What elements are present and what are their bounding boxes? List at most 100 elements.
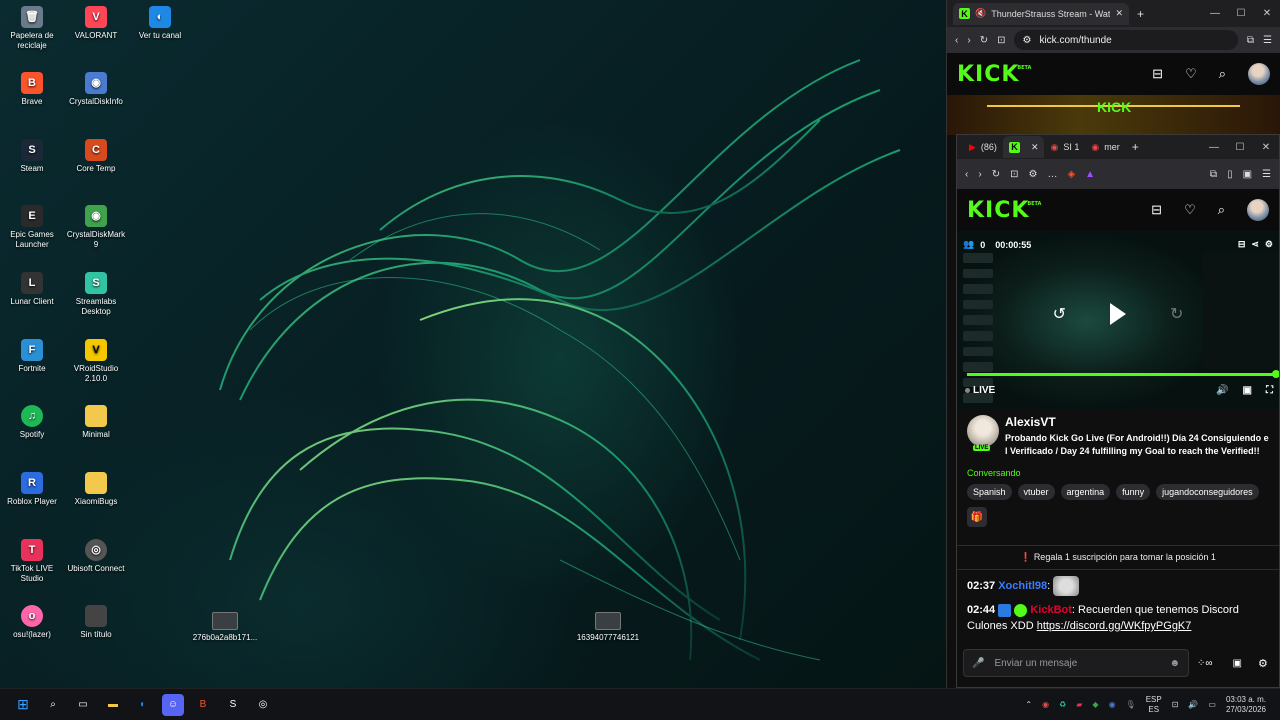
close-tab-icon[interactable]: ✕ — [1031, 142, 1039, 153]
network-icon[interactable]: ⊡ — [1172, 700, 1179, 709]
share-icon[interactable]: ⋖ — [1251, 239, 1259, 250]
following-heart-icon[interactable]: ♡ — [1185, 66, 1197, 82]
new-tab-button[interactable]: + — [1132, 140, 1139, 154]
desktop-icon-recycle-bin[interactable]: 🗑 Papelera de reciclaje — [0, 6, 64, 51]
file-explorer-icon[interactable]: ▬ — [102, 694, 124, 716]
play-icon[interactable] — [1110, 303, 1126, 325]
new-tab-button[interactable]: + — [1137, 7, 1144, 21]
site-info-icon[interactable]: ⚙ — [1022, 35, 1031, 46]
tag[interactable]: vtuber — [1017, 484, 1055, 500]
tab-mer[interactable]: ◉ mer — [1085, 136, 1125, 158]
desktop-icon-brave[interactable]: B Brave — [0, 72, 64, 107]
search-icon[interactable]: ⌕ — [1218, 202, 1225, 218]
close-window-button[interactable]: ✕ — [1254, 0, 1280, 27]
start-button[interactable]: ⊞ — [12, 694, 34, 716]
microphone-icon[interactable]: 🎙 — [1126, 700, 1136, 709]
tray-app-icon[interactable]: ▰ — [1076, 700, 1082, 709]
bookmark-icon[interactable]: ⊡ — [1010, 169, 1018, 180]
desktop-icon-valorant[interactable]: V VALORANT — [64, 6, 128, 41]
chevron-up-icon[interactable]: ⌃ — [1025, 700, 1032, 709]
extensions-icon[interactable]: ⧉ — [1210, 169, 1217, 180]
chat-input[interactable]: 🎤 Enviar un mensaje ☻ — [963, 649, 1189, 677]
menu-icon[interactable]: ☰ — [1263, 35, 1272, 46]
maximize-button[interactable]: ☐ — [1228, 0, 1254, 27]
gift-button[interactable]: 🎁 — [967, 507, 987, 527]
wallet-icon[interactable]: ▣ — [1243, 169, 1252, 180]
edge-icon[interactable]: ◐ — [132, 694, 154, 716]
reload-icon[interactable]: ↻ — [992, 169, 1000, 180]
battery-icon[interactable]: ▭ — [1208, 700, 1216, 709]
brave-icon[interactable]: B — [192, 694, 214, 716]
menu-icon[interactable]: ☰ — [1262, 169, 1271, 180]
desktop-file-2[interactable]: 16394077746121 — [573, 612, 643, 643]
chat-settings-icon[interactable]: ⚙ — [1258, 657, 1268, 670]
task-view-icon[interactable]: ▭ — [72, 694, 94, 716]
desktop-icon-spotify[interactable]: ♫ Spotify — [0, 405, 64, 440]
volume-icon[interactable]: 🔊 — [1188, 700, 1198, 709]
desktop-icon-steam[interactable]: S Steam — [0, 139, 64, 174]
desktop-icon-ubisoft-connect[interactable]: ◎ Ubisoft Connect — [64, 539, 128, 574]
chat-username[interactable]: Xochitl98 — [998, 580, 1047, 592]
settings-gear-icon[interactable]: ⚙ — [1265, 239, 1273, 250]
video-player[interactable]: 👥 0 00:00:55 ⊟ ⋖ ⚙ ↺ ↻ LIVE 🔊 ▣ ⛶ — [957, 231, 1279, 409]
desktop-icon-osu[interactable]: o osu!(lazer) — [0, 605, 64, 640]
search-icon[interactable]: ⌕ — [42, 694, 64, 716]
ellipsis-icon[interactable]: … — [1047, 169, 1057, 180]
tag[interactable]: Spanish — [967, 484, 1012, 500]
desktop-icon-crystaldiskmark[interactable]: ◉ CrystalDiskMark 9 — [64, 205, 128, 250]
desktop-icon-lunar-client[interactable]: L Lunar Client — [0, 272, 64, 307]
tray-app-icon[interactable]: ◉ — [1042, 700, 1049, 709]
desktop-icon-ver-tu-canal[interactable]: ◐ Ver tu canal — [128, 6, 192, 41]
live-indicator[interactable]: LIVE — [965, 385, 995, 396]
reload-icon[interactable]: ↻ — [980, 35, 988, 46]
kick-logo[interactable]: KICK BETA — [967, 198, 1041, 223]
desktop-icon-fortnite[interactable]: F Fortnite — [0, 339, 64, 374]
forward-10-icon[interactable]: ↻ — [1170, 304, 1183, 324]
theater-mode-icon[interactable]: ▣ — [1243, 385, 1252, 396]
desktop-icon-crystaldiskinfo[interactable]: ◉ CrystalDiskInfo — [64, 72, 128, 107]
close-window-button[interactable]: ✕ — [1253, 135, 1279, 159]
steam-icon[interactable]: S — [222, 694, 244, 716]
desktop-icon-vroidstudio[interactable]: V VRoidStudio 2.10.0 — [64, 339, 128, 384]
forward-icon[interactable]: › — [967, 35, 970, 46]
minimize-button[interactable]: — — [1202, 0, 1228, 27]
volume-icon[interactable]: 🔊 — [1216, 385, 1228, 396]
desktop-icon-streamlabs[interactable]: S Streamlabs Desktop — [64, 272, 128, 317]
minimize-button[interactable]: — — [1201, 135, 1227, 159]
site-settings-icon[interactable]: ⚙ — [1028, 169, 1037, 180]
stream-category[interactable]: Conversando — [967, 468, 1269, 478]
tag[interactable]: jugandoconseguidores — [1156, 484, 1259, 500]
library-icon[interactable]: ⊟ — [1152, 66, 1163, 82]
streamer-name[interactable]: AlexisVT — [1005, 415, 1269, 429]
tray-app-icon[interactable]: ♻ — [1059, 700, 1066, 709]
progress-bar[interactable] — [967, 370, 1279, 378]
discord-icon[interactable]: ☺ — [162, 693, 184, 716]
clip-icon[interactable]: ⊟ — [1238, 239, 1246, 250]
user-avatar[interactable] — [1247, 199, 1269, 221]
maximize-button[interactable]: ☐ — [1227, 135, 1253, 159]
discord-link[interactable]: https://discord.gg/WKfpyPGgK7 — [1037, 620, 1192, 632]
pinned-gift-banner[interactable]: ❗ Regala 1 suscripción para tomar la pos… — [957, 545, 1279, 570]
gift-icon[interactable]: ▣ — [1233, 658, 1242, 669]
language-indicator[interactable]: ESP ES — [1146, 695, 1162, 715]
brave-shield-icon[interactable]: ◈ — [1067, 169, 1075, 180]
desktop-icon-roblox[interactable]: R Roblox Player — [0, 472, 64, 507]
tray-app-icon[interactable]: ◉ — [1109, 700, 1116, 709]
desktop-file-1[interactable]: 276b0a2a8b171... — [190, 612, 260, 643]
library-icon[interactable]: ⊟ — [1151, 202, 1162, 218]
following-heart-icon[interactable]: ♡ — [1184, 202, 1196, 218]
microphone-icon[interactable]: 🎤 — [972, 658, 984, 669]
tab-kick[interactable]: K ✕ — [1002, 136, 1045, 158]
obs-icon[interactable]: ◎ — [252, 694, 274, 716]
kick-logo[interactable]: KICK BETA — [957, 62, 1031, 87]
progress-handle[interactable] — [1272, 370, 1279, 378]
search-icon[interactable]: ⌕ — [1219, 66, 1226, 82]
desktop-icon-xiaomibugs-folder[interactable]: XiaomiBugs — [64, 472, 128, 507]
tag[interactable]: argentina — [1060, 484, 1111, 500]
tray-app-icon[interactable]: ◆ — [1092, 700, 1098, 709]
tab-si[interactable]: ◉ SI 1 — [1044, 136, 1085, 158]
address-bar[interactable]: ⚙ kick.com/thunde — [1014, 30, 1238, 50]
clock[interactable]: 03:03 a. m. 27/03/2026 — [1226, 695, 1266, 715]
desktop-icon-epic-games[interactable]: E Epic Games Launcher — [0, 205, 64, 250]
close-tab-icon[interactable]: ✕ — [1115, 8, 1123, 19]
